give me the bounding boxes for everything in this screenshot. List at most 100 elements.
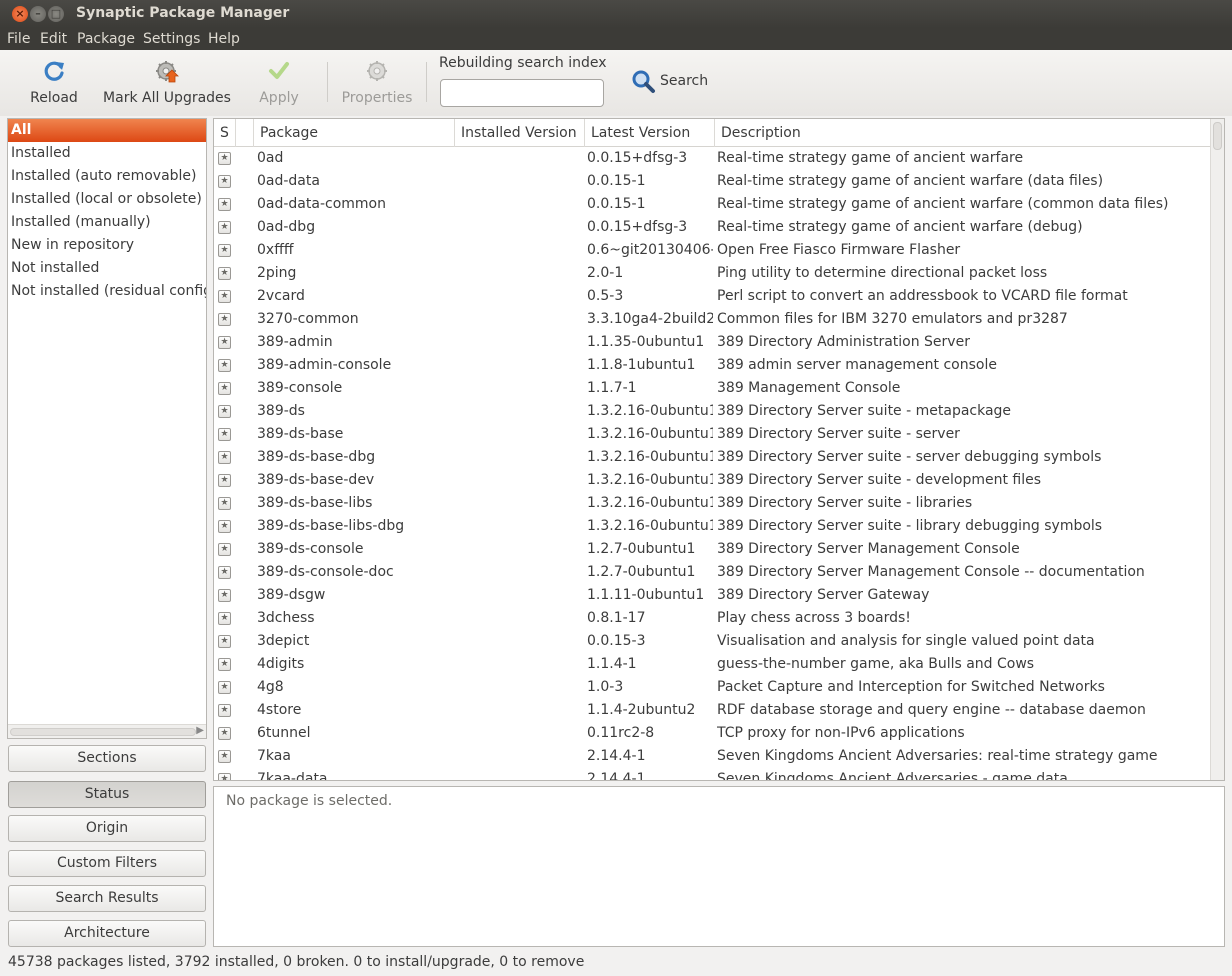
package-status-icon[interactable]: ★ [218, 428, 231, 441]
filter-item-installed[interactable]: Installed [8, 142, 206, 165]
filter-item-installed-manually[interactable]: Installed (manually) [8, 211, 206, 234]
table-row[interactable]: ★ 3dchess 0.8.1-17 Play chess across 3 boar… [214, 607, 1210, 630]
column-header-description[interactable]: Description [715, 119, 1210, 147]
description-cell: 389 Directory Server suite - development… [717, 472, 1042, 488]
table-row[interactable]: ★ 2vcard 0.5-3 Perl script to convert an ad… [214, 285, 1210, 308]
package-status-icon[interactable]: ★ [218, 727, 231, 740]
table-row[interactable]: ★ 0ad 0.0.15+dfsg-3 Real-time strategy game… [214, 147, 1210, 170]
package-status-icon[interactable]: ★ [218, 359, 231, 372]
origin-button[interactable]: Origin [8, 815, 206, 842]
package-status-icon[interactable]: ★ [218, 543, 231, 556]
package-status-icon[interactable]: ★ [218, 773, 231, 780]
filter-list[interactable]: All Installed Installed (auto removable)… [7, 118, 207, 739]
minimize-icon[interactable]: – [30, 6, 46, 22]
package-status-icon[interactable]: ★ [218, 336, 231, 349]
package-status-icon[interactable]: ★ [218, 474, 231, 487]
filter-item-all[interactable]: All [8, 119, 206, 142]
package-status-icon[interactable]: ★ [218, 750, 231, 763]
column-header-status[interactable]: S [214, 119, 236, 147]
package-table: S Package Installed Version Latest Versi… [213, 118, 1225, 781]
maximize-icon[interactable]: □ [48, 6, 64, 22]
table-row[interactable]: ★ 7kaa-data 2.14.4-1 Seven Kingdoms Ancient… [214, 768, 1210, 781]
scroll-right-icon[interactable]: ▶ [196, 725, 204, 736]
search-button[interactable]: Search [628, 64, 710, 100]
table-row[interactable]: ★ 0ad-data 0.0.15-1 Real-time strategy game… [214, 170, 1210, 193]
mark-all-upgrades-button[interactable]: Mark All Upgrades [102, 56, 232, 112]
scrollbar-thumb[interactable] [1213, 122, 1222, 150]
table-row[interactable]: ★ 3depict 0.0.15-3 Visualisation and analys… [214, 630, 1210, 653]
table-row[interactable]: ★ 389-ds-console-doc 1.2.7-0ubuntu1 389 Dir… [214, 561, 1210, 584]
package-status-icon[interactable]: ★ [218, 267, 231, 280]
filter-item-new-in-repository[interactable]: New in repository [8, 234, 206, 257]
table-row[interactable]: ★ 389-ds-base-dev 1.3.2.16-0ubuntu1 389 Dir… [214, 469, 1210, 492]
package-status-icon[interactable]: ★ [218, 497, 231, 510]
package-status-icon[interactable]: ★ [218, 451, 231, 464]
table-row[interactable]: ★ 4g8 1.0-3 Packet Capture and Interception… [214, 676, 1210, 699]
table-row[interactable]: ★ 389-admin 1.1.35-0ubuntu1 389 Directory A… [214, 331, 1210, 354]
custom-filters-button[interactable]: Custom Filters [8, 850, 206, 877]
package-status-icon[interactable]: ★ [218, 589, 231, 602]
package-status-icon[interactable]: ★ [218, 405, 231, 418]
package-status-icon[interactable]: ★ [218, 658, 231, 671]
package-status-icon[interactable]: ★ [218, 198, 231, 211]
properties-label: Properties [341, 90, 413, 106]
filter-item-not-installed-residual[interactable]: Not installed (residual config) [8, 280, 206, 303]
column-header-package[interactable]: Package [254, 119, 455, 147]
column-header-latest-version[interactable]: Latest Version [585, 119, 715, 147]
package-status-icon[interactable]: ★ [218, 704, 231, 717]
menu-help[interactable]: Help [208, 31, 240, 47]
table-row[interactable]: ★ 4store 1.1.4-2ubuntu2 RDF database storag… [214, 699, 1210, 722]
reload-button[interactable]: Reload [24, 56, 84, 112]
filter-item-installed-auto-removable[interactable]: Installed (auto removable) [8, 165, 206, 188]
package-status-icon[interactable]: ★ [218, 152, 231, 165]
package-table-vertical-scrollbar[interactable] [1210, 119, 1224, 780]
package-status-icon[interactable]: ★ [218, 566, 231, 579]
package-status-icon[interactable]: ★ [218, 244, 231, 257]
properties-button[interactable]: Properties [338, 56, 416, 112]
package-status-icon[interactable]: ★ [218, 313, 231, 326]
table-row[interactable]: ★ 389-ds-base-dbg 1.3.2.16-0ubuntu1 389 Dir… [214, 446, 1210, 469]
package-status-icon[interactable]: ★ [218, 175, 231, 188]
table-row[interactable]: ★ 389-console 1.1.7-1 389 Management Consol… [214, 377, 1210, 400]
package-status-icon[interactable]: ★ [218, 612, 231, 625]
table-row[interactable]: ★ 3270-common 3.3.10ga4-2build2 Common file… [214, 308, 1210, 331]
filter-item-installed-local-obsolete[interactable]: Installed (local or obsolete) [8, 188, 206, 211]
scrollbar-thumb[interactable] [10, 728, 196, 736]
table-row[interactable]: ★ 389-ds-base 1.3.2.16-0ubuntu1 389 Directo… [214, 423, 1210, 446]
table-row[interactable]: ★ 389-ds-base-libs 1.3.2.16-0ubuntu1 389 Di… [214, 492, 1210, 515]
package-status-icon[interactable]: ★ [218, 290, 231, 303]
status-button[interactable]: Status [8, 781, 206, 808]
package-name-cell: 7kaa-data [257, 771, 328, 781]
table-row[interactable]: ★ 389-ds-console 1.2.7-0ubuntu1 389 Directo… [214, 538, 1210, 561]
close-icon[interactable]: × [12, 6, 28, 22]
table-row[interactable]: ★ 389-admin-console 1.1.8-1ubuntu1 389 admi… [214, 354, 1210, 377]
menu-package[interactable]: Package [77, 31, 135, 47]
filter-item-not-installed[interactable]: Not installed [8, 257, 206, 280]
table-row[interactable]: ★ 0ad-dbg 0.0.15+dfsg-3 Real-time strategy … [214, 216, 1210, 239]
filter-list-horizontal-scrollbar[interactable]: ▶ [8, 724, 206, 738]
architecture-button[interactable]: Architecture [8, 920, 206, 947]
package-status-icon[interactable]: ★ [218, 382, 231, 395]
sections-button[interactable]: Sections [8, 745, 206, 772]
description-cell: guess-the-number game, aka Bulls and Cow… [717, 656, 1035, 672]
table-row[interactable]: ★ 0xffff 0.6~git20130406-1 Open Free Fiasco… [214, 239, 1210, 262]
table-row[interactable]: ★ 2ping 2.0-1 Ping utility to determine dir… [214, 262, 1210, 285]
table-row[interactable]: ★ 389-ds 1.3.2.16-0ubuntu1 389 Directory Se… [214, 400, 1210, 423]
table-row[interactable]: ★ 6tunnel 0.11rc2-8 TCP proxy for non-IPv6 … [214, 722, 1210, 745]
package-status-icon[interactable]: ★ [218, 520, 231, 533]
column-header-installed-version[interactable]: Installed Version [455, 119, 585, 147]
menu-file[interactable]: File [7, 31, 30, 47]
table-row[interactable]: ★ 4digits 1.1.4-1 guess-the-number game, ak… [214, 653, 1210, 676]
table-row[interactable]: ★ 0ad-data-common 0.0.15-1 Real-time strate… [214, 193, 1210, 216]
search-input[interactable] [440, 79, 604, 107]
menu-settings[interactable]: Settings [143, 31, 200, 47]
table-row[interactable]: ★ 7kaa 2.14.4-1 Seven Kingdoms Ancient Adve… [214, 745, 1210, 768]
apply-button[interactable]: Apply [252, 56, 306, 112]
table-row[interactable]: ★ 389-ds-base-libs-dbg 1.3.2.16-0ubuntu1 38… [214, 515, 1210, 538]
package-status-icon[interactable]: ★ [218, 681, 231, 694]
package-status-icon[interactable]: ★ [218, 635, 231, 648]
table-row[interactable]: ★ 389-dsgw 1.1.11-0ubuntu1 389 Directory Se… [214, 584, 1210, 607]
search-results-button[interactable]: Search Results [8, 885, 206, 912]
menu-edit[interactable]: Edit [40, 31, 67, 47]
package-status-icon[interactable]: ★ [218, 221, 231, 234]
